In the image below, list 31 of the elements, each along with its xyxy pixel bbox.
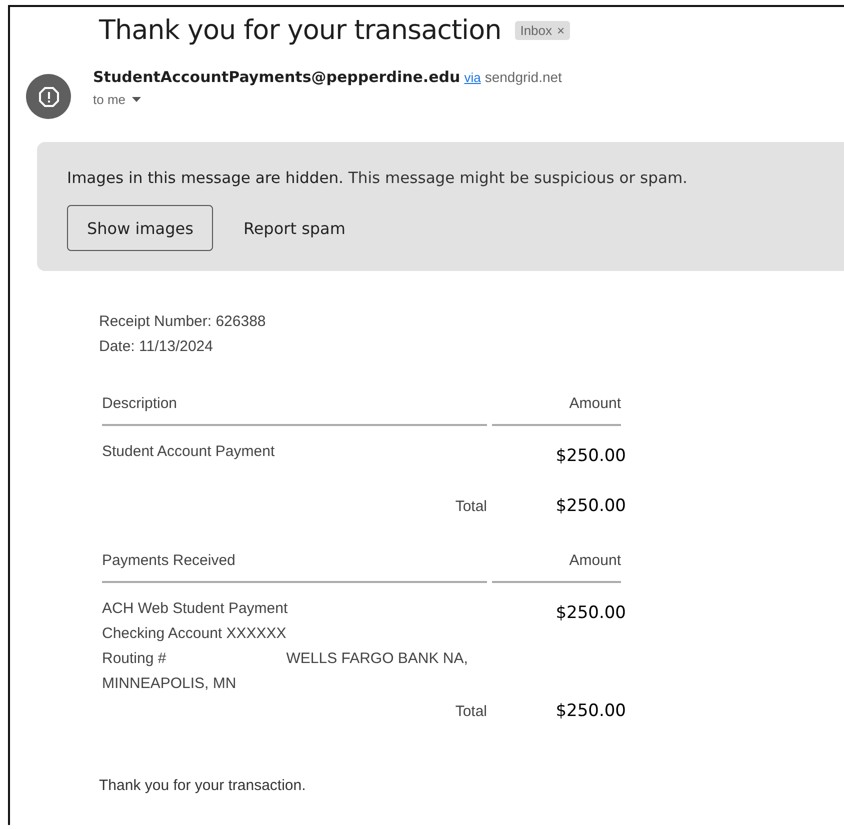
receipt-date: Date: 11/13/2024	[99, 337, 214, 357]
closing-text: Thank you for your transaction.	[99, 777, 307, 794]
description-text: Student Account Payment	[102, 442, 275, 461]
total-value: $250.00	[556, 496, 626, 516]
column-header: Payments Received	[102, 546, 487, 583]
amount-value: $250.00	[556, 603, 626, 623]
email-subject: Thank you for your transaction	[99, 15, 502, 46]
amount-value: $250.00	[556, 446, 626, 466]
recipient-dropdown[interactable]: to me	[93, 92, 562, 107]
banner-button[interactable]: Report spam	[223, 205, 366, 251]
sender-email: StudentAccountPayments@pepperdine.edu	[93, 68, 460, 86]
total-value: $250.00	[556, 701, 626, 721]
label-chip[interactable]: Inbox ×	[515, 21, 570, 40]
description-text: Checking Account XXXXXX	[102, 624, 286, 643]
caret-icon	[132, 97, 141, 102]
column-header: Amount	[492, 389, 621, 426]
sender-domain: sendgrid.net	[484, 69, 562, 85]
total-label: Total	[455, 498, 487, 515]
via-link[interactable]: via	[464, 70, 481, 85]
column-header: Amount	[492, 546, 621, 583]
remove-label-button[interactable]: ×	[557, 23, 565, 38]
total-label: Total	[455, 703, 487, 720]
description-text: WELLS FARGO BANK NA,	[286, 649, 468, 668]
description-text: MINNEAPOLIS, MN	[102, 674, 236, 693]
column-header: Description	[102, 389, 487, 426]
receipt-number: Receipt Number: 626388	[99, 312, 267, 332]
warning-avatar-icon	[26, 74, 71, 119]
warning-message: Images in this message are hidden. This message might be suspicious or spam.	[67, 169, 688, 187]
description-text: Routing #	[102, 649, 166, 668]
description-text: ACH Web Student Payment	[102, 599, 288, 618]
banner-button[interactable]: Show images	[67, 205, 214, 251]
